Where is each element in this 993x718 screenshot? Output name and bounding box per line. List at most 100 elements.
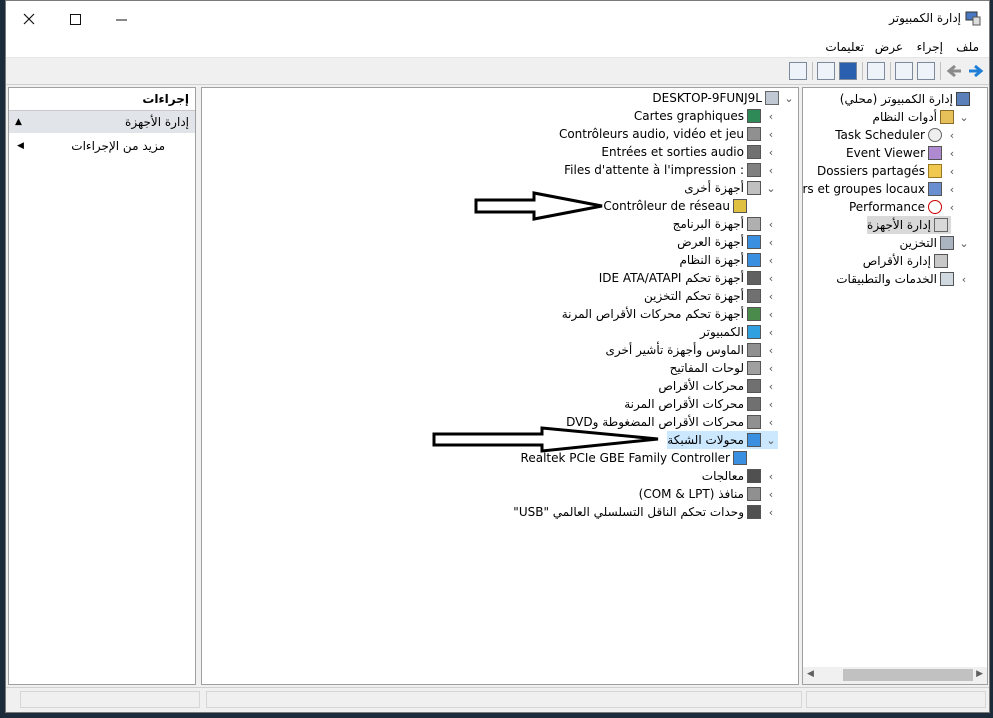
chevron-left-icon[interactable]: ‹ <box>764 272 778 285</box>
device-category-6[interactable]: ‹ أجهزة البرنامج <box>673 215 778 233</box>
device-category-9[interactable]: ‹ أجهزة تحكم IDE ATA/ATAPI <box>599 269 778 287</box>
chevron-left-icon[interactable]: ‹ <box>945 183 959 196</box>
action-pane-button[interactable] <box>817 62 835 80</box>
tree-storage[interactable]: ⌄ التخزين <box>900 234 971 252</box>
back-arrow-icon[interactable] <box>945 62 963 80</box>
chevron-left-icon[interactable]: ‹ <box>764 290 778 303</box>
device-category-5[interactable]: Contrôleur de réseau <box>603 197 764 215</box>
device-category-14[interactable]: ‹ لوحات المفاتيح <box>670 359 778 377</box>
horizontal-scrollbar[interactable]: ◀ ▶ <box>803 667 987 684</box>
device-category-1[interactable]: ‹ Contrôleurs audio, vidéo et jeu <box>559 125 778 143</box>
actions-header: إجراءات <box>9 88 195 111</box>
chevron-left-icon[interactable]: ‹ <box>764 326 778 339</box>
chevron-left-icon[interactable]: ‹ <box>957 273 971 286</box>
chevron-left-icon[interactable]: ‹ <box>764 398 778 411</box>
device-category-label: الماوس وأجهزة تأشير أخرى <box>605 343 744 357</box>
chevron-down-icon[interactable]: ⌄ <box>764 182 778 195</box>
collapse-up-icon[interactable]: ▲ <box>15 117 22 127</box>
annotation-arrow-2 <box>432 426 659 453</box>
scroll-right-icon[interactable]: ▶ <box>976 669 983 679</box>
tree-disk-management[interactable]: إدارة الأقراص <box>863 252 951 270</box>
device-category-16[interactable]: ‹ محركات الأقراص المرنة <box>624 395 778 413</box>
device-category-13[interactable]: ‹ الماوس وأجهزة تأشير أخرى <box>605 341 778 359</box>
disk-icon <box>934 254 948 268</box>
device-category-15[interactable]: ‹ محركات الأقراص <box>658 377 778 395</box>
chevron-down-icon[interactable]: ⌄ <box>957 237 971 250</box>
chevron-left-icon[interactable]: ‹ <box>764 164 778 177</box>
device-category-11[interactable]: ‹ أجهزة تحكم محركات الأقراص المرنة <box>562 305 778 323</box>
forward-arrow-icon[interactable] <box>967 62 985 80</box>
chevron-left-icon[interactable]: ‹ <box>764 344 778 357</box>
device-category-18[interactable]: ⌄ محولات الشبكة <box>667 431 778 449</box>
maximize-button[interactable] <box>52 1 98 37</box>
chevron-down-icon[interactable]: ⌄ <box>957 111 971 124</box>
device-category-label: أجهزة البرنامج <box>672 217 744 231</box>
tree-services-apps[interactable]: ‹ الخدمات والتطبيقات <box>836 270 971 288</box>
tree-device-manager[interactable]: إدارة الأجهزة <box>867 216 951 234</box>
device-category-label: محولات الشبكة <box>667 433 744 447</box>
actions-device-manager[interactable]: ▲ إدارة الأجهزة <box>9 111 195 133</box>
device-category-20[interactable]: ‹ معالجات <box>702 467 778 485</box>
scroll-left-icon[interactable]: ◀ <box>807 669 814 679</box>
tree-local-users[interactable]: ‹ Utilisateurs et groupes locaux <box>803 180 959 198</box>
help-button[interactable] <box>839 62 857 80</box>
chevron-down-icon[interactable]: ⌄ <box>764 434 778 447</box>
menu-view[interactable]: عرض <box>875 40 903 54</box>
tree-task-scheduler[interactable]: ‹ Task Scheduler <box>835 126 959 144</box>
device-category-0[interactable]: ‹ Cartes graphiques <box>634 107 778 125</box>
tree-system-tools[interactable]: ⌄ أدوات النظام <box>873 108 971 126</box>
minimize-button[interactable] <box>98 1 144 37</box>
device-category-7[interactable]: ‹ أجهزة العرض <box>677 233 778 251</box>
actions-more[interactable]: ◀ مزيد من الإجراءات <box>9 135 195 157</box>
device-icon <box>747 271 761 285</box>
chevron-left-icon[interactable]: ‹ <box>764 488 778 501</box>
device-category-4[interactable]: ⌄ أجهزة أخرى <box>684 179 778 197</box>
chevron-left-icon[interactable]: ‹ <box>945 147 959 160</box>
device-tree-root[interactable]: ⌄ DESKTOP-9FUNJ9L <box>652 89 796 107</box>
device-tree-pane: ⌄ DESKTOP-9FUNJ9L ‹ Cartes graphiques ‹ Con… <box>201 87 799 685</box>
chevron-left-icon[interactable]: ‹ <box>764 110 778 123</box>
properties-button[interactable] <box>867 62 885 80</box>
device-category-8[interactable]: ‹ أجهزة النظام <box>679 251 778 269</box>
chevron-left-icon[interactable]: ‹ <box>764 128 778 141</box>
chevron-left-icon[interactable]: ‹ <box>764 470 778 483</box>
tree-shared-folders[interactable]: ‹ Dossiers partagés <box>817 162 959 180</box>
close-button[interactable] <box>6 1 52 37</box>
scan-hardware-button[interactable] <box>789 62 807 80</box>
menu-action[interactable]: إجراء <box>917 40 943 54</box>
device-icon <box>747 379 761 393</box>
chevron-left-icon[interactable]: ‹ <box>764 416 778 429</box>
chevron-left-icon[interactable]: ‹ <box>945 201 959 214</box>
scroll-thumb[interactable] <box>843 669 973 681</box>
chevron-left-icon[interactable]: ‹ <box>945 129 959 142</box>
title-bar: إدارة الكمبيوتر <box>6 1 989 37</box>
device-category-label: أجهزة العرض <box>677 235 744 249</box>
tree-event-viewer[interactable]: ‹ Event Viewer <box>846 144 959 162</box>
device-category-10[interactable]: ‹ أجهزة تحكم التخزين <box>644 287 778 305</box>
device-category-2[interactable]: ‹ Entrées et sorties audio <box>601 143 778 161</box>
chevron-left-icon[interactable]: ‹ <box>764 506 778 519</box>
chevron-left-icon[interactable]: ‹ <box>764 380 778 393</box>
device-category-22[interactable]: ‹ وحدات تحكم الناقل التسلسلي العالمي "USB… <box>513 503 778 521</box>
device-category-label: محركات الأقراص <box>658 379 744 393</box>
device-category-21[interactable]: ‹ منافذ (COM & LPT) <box>639 485 778 503</box>
show-hide-tree-button[interactable] <box>895 62 913 80</box>
device-icon <box>747 289 761 303</box>
device-category-3[interactable]: ‹ Files d'attente à l'impression : <box>564 161 778 179</box>
up-folder-button[interactable] <box>917 62 935 80</box>
computer-management-icon <box>965 11 981 26</box>
chevron-left-icon[interactable]: ‹ <box>764 254 778 267</box>
chevron-left-icon[interactable]: ‹ <box>764 308 778 321</box>
chevron-left-icon[interactable]: ‹ <box>764 362 778 375</box>
device-category-label: منافذ (COM & LPT) <box>638 487 744 501</box>
menu-help[interactable]: تعليمات <box>825 40 864 54</box>
tree-performance[interactable]: ‹ Performance <box>849 198 959 216</box>
device-category-12[interactable]: ‹ الكمبيوتر <box>700 323 778 341</box>
chevron-left-icon[interactable]: ‹ <box>764 218 778 231</box>
chevron-left-icon[interactable]: ‹ <box>764 236 778 249</box>
chevron-left-icon[interactable]: ‹ <box>945 165 959 178</box>
tree-root[interactable]: إدارة الكمبيوتر (محلي) <box>840 90 987 108</box>
menu-file[interactable]: ملف <box>956 40 979 54</box>
chevron-left-icon[interactable]: ‹ <box>764 146 778 159</box>
chevron-down-icon[interactable]: ⌄ <box>782 92 796 105</box>
